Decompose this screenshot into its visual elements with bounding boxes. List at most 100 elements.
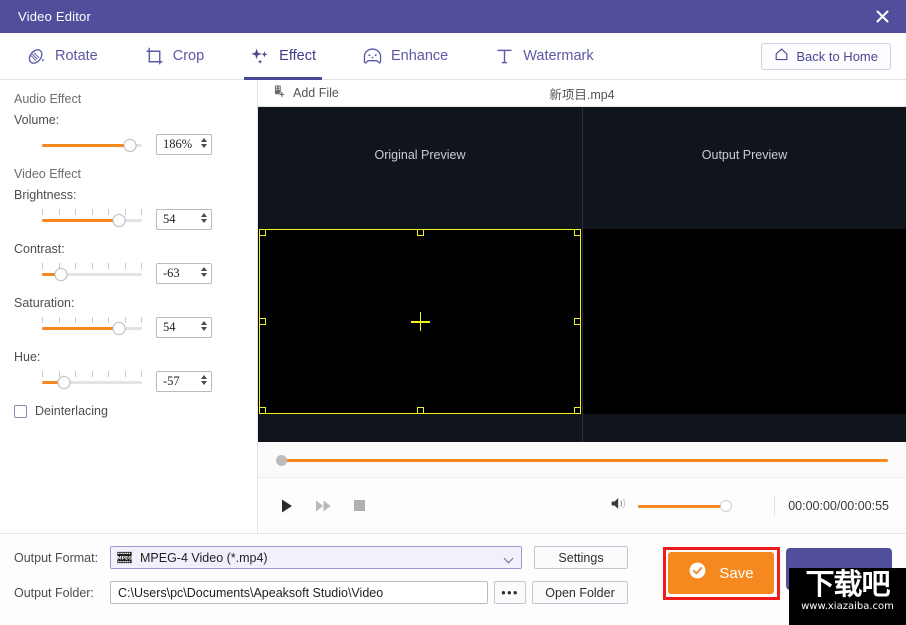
- saturation-spinner[interactable]: 54: [156, 317, 212, 338]
- film-strip-icon: MPEG: [117, 551, 132, 564]
- brightness-slider-knob[interactable]: [113, 214, 126, 227]
- title-bar: Video Editor: [0, 0, 906, 33]
- seek-bar-knob[interactable]: [276, 455, 287, 466]
- crop-handle-bottom-right[interactable]: [574, 407, 581, 414]
- contrast-decrement-icon[interactable]: [201, 273, 207, 277]
- hue-decrement-icon[interactable]: [201, 381, 207, 385]
- contrast-slider-knob[interactable]: [55, 268, 68, 281]
- hue-slider[interactable]: [42, 370, 142, 392]
- brightness-spinner-arrows[interactable]: [201, 213, 207, 223]
- crop-handle-bottom-left[interactable]: [259, 407, 266, 414]
- stop-button[interactable]: [353, 499, 366, 512]
- tab-enhance-label: Enhance: [391, 48, 448, 64]
- output-format-select[interactable]: MPEG MPEG-4 Video (*.mp4): [110, 546, 522, 569]
- output-preview-panel[interactable]: Output Preview: [582, 107, 906, 442]
- crop-handle-bottom-center[interactable]: [417, 407, 424, 414]
- tab-crop-label: Crop: [173, 48, 204, 64]
- brightness-slider-ticks: [42, 209, 142, 215]
- brightness-slider[interactable]: [42, 208, 142, 230]
- output-folder-row: Output Folder: C:\Users\pc\Documents\Ape…: [14, 581, 628, 604]
- add-file-icon: [272, 84, 286, 103]
- rotate-icon: [26, 46, 47, 67]
- tab-rotate-label: Rotate: [55, 48, 98, 64]
- contrast-value: -63: [157, 266, 180, 281]
- hue-increment-icon[interactable]: [201, 375, 207, 379]
- chevron-down-icon[interactable]: [504, 554, 514, 564]
- volume-slider-knob[interactable]: [124, 139, 137, 152]
- crop-handle-top-right[interactable]: [574, 229, 581, 236]
- volume-slider[interactable]: [42, 133, 142, 155]
- contrast-spinner-arrows[interactable]: [201, 267, 207, 277]
- contrast-spinner[interactable]: -63: [156, 263, 212, 284]
- brightness-decrement-icon[interactable]: [201, 219, 207, 223]
- open-folder-button[interactable]: Open Folder: [532, 581, 628, 604]
- main-toolbar: Rotate Crop Effect: [0, 33, 906, 80]
- contrast-slider[interactable]: [42, 262, 142, 284]
- convert-button[interactable]: [786, 548, 892, 590]
- brightness-spinner[interactable]: 54: [156, 209, 212, 230]
- close-button[interactable]: [858, 0, 906, 33]
- output-folder-input[interactable]: C:\Users\pc\Documents\Apeaksoft Studio\V…: [110, 581, 488, 604]
- close-icon: [875, 9, 890, 24]
- fast-forward-button[interactable]: [315, 499, 332, 513]
- saturation-slider-knob[interactable]: [113, 322, 126, 335]
- volume-slider-fill: [42, 144, 130, 147]
- deinterlacing-label: Deinterlacing: [35, 404, 108, 418]
- tab-watermark[interactable]: Watermark: [480, 33, 607, 80]
- current-file-name: 新项目.mp4: [258, 84, 906, 103]
- hue-slider-knob[interactable]: [58, 376, 71, 389]
- crop-selection-box[interactable]: [259, 229, 581, 414]
- tab-enhance[interactable]: Enhance: [348, 33, 462, 80]
- volume-level-knob[interactable]: [720, 500, 732, 512]
- deinterlacing-checkbox-row[interactable]: Deinterlacing: [14, 404, 257, 418]
- back-to-home-button[interactable]: Back to Home: [761, 43, 891, 70]
- saturation-decrement-icon[interactable]: [201, 327, 207, 331]
- brightness-increment-icon[interactable]: [201, 213, 207, 217]
- volume-icon[interactable]: [610, 496, 628, 516]
- crop-handle-top-center[interactable]: [417, 229, 424, 236]
- volume-value: 186%: [157, 137, 192, 152]
- saturation-slider[interactable]: [42, 316, 142, 338]
- home-icon: [774, 47, 789, 67]
- effect-settings-panel: Audio Effect Volume: 186% Video Effect B…: [0, 80, 258, 533]
- crop-handle-left-center[interactable]: [259, 318, 266, 325]
- tab-rotate[interactable]: Rotate: [12, 33, 112, 80]
- window-title: Video Editor: [18, 9, 91, 24]
- volume-level-slider[interactable]: [638, 499, 732, 513]
- add-file-button[interactable]: Add File: [272, 84, 339, 103]
- play-button[interactable]: [280, 498, 294, 514]
- output-video-surface: [582, 229, 906, 414]
- saturation-increment-icon[interactable]: [201, 321, 207, 325]
- hue-spinner[interactable]: -57: [156, 371, 212, 392]
- volume-decrement-icon[interactable]: [201, 144, 207, 148]
- tab-effect[interactable]: Effect: [236, 33, 330, 80]
- output-format-row: Output Format:: [14, 546, 628, 569]
- volume-control: [610, 478, 732, 533]
- brightness-slider-fill: [42, 219, 119, 222]
- tab-crop[interactable]: Crop: [130, 33, 218, 80]
- play-icon: [280, 498, 294, 514]
- audio-effect-group-title: Audio Effect: [14, 92, 257, 106]
- output-preview-label: Output Preview: [583, 148, 906, 162]
- crop-handle-top-left[interactable]: [259, 229, 266, 236]
- check-circle-icon: [688, 561, 707, 585]
- seek-bar[interactable]: [276, 453, 888, 467]
- crop-handle-right-center[interactable]: [574, 318, 581, 325]
- settings-button[interactable]: Settings: [534, 546, 628, 569]
- brightness-label: Brightness:: [14, 188, 257, 202]
- contrast-increment-icon[interactable]: [201, 267, 207, 271]
- tab-watermark-label: Watermark: [523, 48, 593, 64]
- hue-spinner-arrows[interactable]: [201, 375, 207, 385]
- deinterlacing-checkbox[interactable]: [14, 405, 27, 418]
- volume-increment-icon[interactable]: [201, 138, 207, 142]
- volume-label: Volume:: [14, 113, 257, 127]
- browse-folder-button[interactable]: •••: [494, 581, 526, 604]
- saturation-value: 54: [157, 320, 176, 335]
- volume-spinner-arrows[interactable]: [201, 138, 207, 148]
- seek-bar-row: [258, 442, 906, 478]
- save-button[interactable]: Save: [668, 552, 774, 594]
- volume-spinner[interactable]: 186%: [156, 134, 212, 155]
- original-preview-panel[interactable]: Original Preview: [258, 107, 582, 442]
- saturation-spinner-arrows[interactable]: [201, 321, 207, 331]
- saturation-slider-fill: [42, 327, 119, 330]
